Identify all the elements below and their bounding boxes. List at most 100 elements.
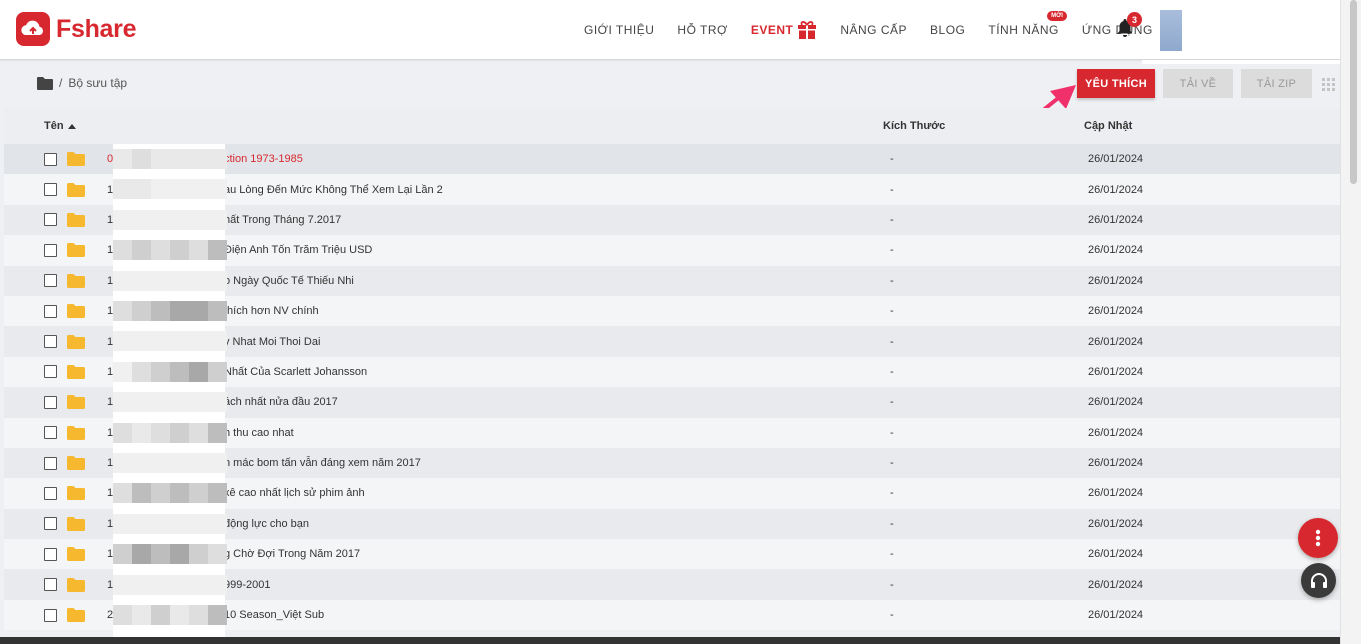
column-name-header[interactable]: Tên <box>44 120 76 132</box>
mask-pixel <box>113 331 132 352</box>
nav-tinh-nang[interactable]: TÍNH NĂNG MỚI <box>988 11 1067 37</box>
page-scrollbar[interactable] <box>1340 0 1361 644</box>
nav-gioi-thieu[interactable]: GIỚI THIỆU <box>584 23 654 37</box>
row-checkbox[interactable] <box>44 608 57 622</box>
row-checkbox[interactable] <box>44 304 57 318</box>
row-checkbox[interactable] <box>44 183 57 197</box>
folder-icon <box>67 516 85 531</box>
mask-pixel <box>151 301 170 321</box>
row-size: - <box>890 517 894 530</box>
row-checkbox[interactable] <box>44 456 57 470</box>
mask-pixel <box>189 301 208 321</box>
mask-pixel <box>189 240 208 261</box>
mask-pixel <box>113 270 132 291</box>
nav-nang-cap[interactable]: NÂNG CẤP <box>840 23 907 37</box>
row-updated: 26/01/2024 <box>1088 517 1144 530</box>
mask-pixel <box>132 331 151 352</box>
row-checkbox[interactable] <box>44 213 57 227</box>
row-name[interactable]: h thu cao nhat <box>224 427 294 439</box>
row-name[interactable]: ách nhất nửa đầu 2017 <box>224 396 338 408</box>
mask-pixel <box>170 392 189 413</box>
nav-event[interactable]: EVENT <box>751 20 818 40</box>
row-name[interactable]: xê cao nhất lịch sử phim ảnh <box>224 487 365 499</box>
row-updated: 26/01/2024 <box>1088 244 1144 257</box>
nav-event-label: EVENT <box>750 23 794 37</box>
row-checkbox[interactable] <box>44 517 57 531</box>
support-button[interactable] <box>1301 563 1336 598</box>
nav-blog[interactable]: BLOG <box>930 23 965 37</box>
row-size: - <box>890 213 894 226</box>
folder-icon[interactable] <box>37 76 53 90</box>
row-name[interactable]: ction 1973-1985 <box>224 153 303 165</box>
mask-pixel <box>208 270 227 291</box>
row-name[interactable]: au Lòng Đến Mức Không Thể Xem Lại Lần 2 <box>224 184 443 196</box>
mask-pixel <box>132 301 151 321</box>
folder-icon <box>67 456 85 471</box>
mask-pixel <box>151 240 170 261</box>
folder-icon <box>67 486 85 501</box>
row-checkbox[interactable] <box>44 365 57 379</box>
row-updated: 26/01/2024 <box>1088 305 1144 318</box>
nav-ho-tro[interactable]: HỖ TRỢ <box>677 23 727 37</box>
folder-icon <box>67 182 85 197</box>
row-name[interactable]: g Chờ Đợi Trong Năm 2017 <box>224 548 360 560</box>
mask-pixel <box>151 513 170 534</box>
row-checkbox[interactable] <box>44 335 57 349</box>
mask-pixel <box>151 179 170 200</box>
row-size: - <box>890 487 894 500</box>
row-name[interactable]: 10 Season_Việt Sub <box>224 609 324 621</box>
download-zip-button[interactable]: TẢI ZIP <box>1241 69 1312 98</box>
mask-pixel <box>132 392 151 413</box>
folder-icon <box>67 364 85 379</box>
mask-pixel <box>151 392 170 413</box>
mask-pixel <box>132 544 151 565</box>
row-updated: 26/01/2024 <box>1088 213 1144 226</box>
row-size: - <box>890 548 894 561</box>
row-name[interactable]: 999-2001 <box>224 579 271 591</box>
taskbar-edge <box>0 637 1361 644</box>
row-name[interactable]: o Ngày Quốc Tế Thiếu Nhi <box>224 275 354 287</box>
avatar[interactable] <box>1160 10 1182 51</box>
row-name[interactable]: Điện Anh Tốn Trăm Triệu USD <box>224 244 372 256</box>
row-size: - <box>890 244 894 257</box>
nav-tinh-nang-label: TÍNH NĂNG <box>988 23 1059 37</box>
row-size: - <box>890 305 894 318</box>
folder-icon <box>67 243 85 258</box>
row-checkbox[interactable] <box>44 274 57 288</box>
row-name[interactable]: hất Trong Tháng 7.2017 <box>224 214 341 226</box>
row-checkbox[interactable] <box>44 395 57 409</box>
new-badge: MỚI <box>1047 11 1067 21</box>
favorite-button[interactable]: YÊU THÍCH <box>1077 69 1155 98</box>
row-size: - <box>890 396 894 409</box>
mask-pixel <box>113 544 132 565</box>
download-button[interactable]: TẢI VỀ <box>1163 69 1233 98</box>
column-updated-header[interactable]: Cập Nhật <box>1084 120 1132 132</box>
mask-pixel <box>113 483 132 504</box>
scrollbar-thumb[interactable] <box>1350 0 1357 184</box>
grid-view-icon[interactable] <box>1322 78 1335 91</box>
row-checkbox[interactable] <box>44 426 57 440</box>
mask-pixel <box>189 605 208 625</box>
mask-pixel <box>132 179 151 200</box>
more-options-button[interactable] <box>1298 518 1338 558</box>
mask-pixel <box>151 422 170 443</box>
mask-pixel <box>132 605 151 625</box>
row-checkbox[interactable] <box>44 486 57 500</box>
breadcrumb-current[interactable]: Bộ sưu tập <box>68 76 127 90</box>
mask-pixel <box>132 483 151 504</box>
row-name[interactable]: y Nhat Moi Thoi Dai <box>224 336 320 348</box>
row-name[interactable]: thích hơn NV chính <box>224 305 319 317</box>
mask-pixel <box>151 209 170 230</box>
fshare-logo[interactable]: Fshare <box>16 12 136 46</box>
row-name[interactable]: động lực cho bạn <box>224 518 309 530</box>
row-checkbox[interactable] <box>44 152 57 166</box>
column-size-header[interactable]: Kích Thước <box>883 120 945 132</box>
row-checkbox[interactable] <box>44 578 57 592</box>
row-checkbox[interactable] <box>44 243 57 257</box>
row-name[interactable]: n mác bom tấn vẫn đáng xem năm 2017 <box>224 457 421 469</box>
mask-pixel <box>170 574 189 595</box>
row-name[interactable]: Nhất Của Scarlett Johansson <box>224 366 367 378</box>
folder-icon <box>67 395 85 410</box>
row-updated: 26/01/2024 <box>1088 153 1144 166</box>
row-checkbox[interactable] <box>44 547 57 561</box>
